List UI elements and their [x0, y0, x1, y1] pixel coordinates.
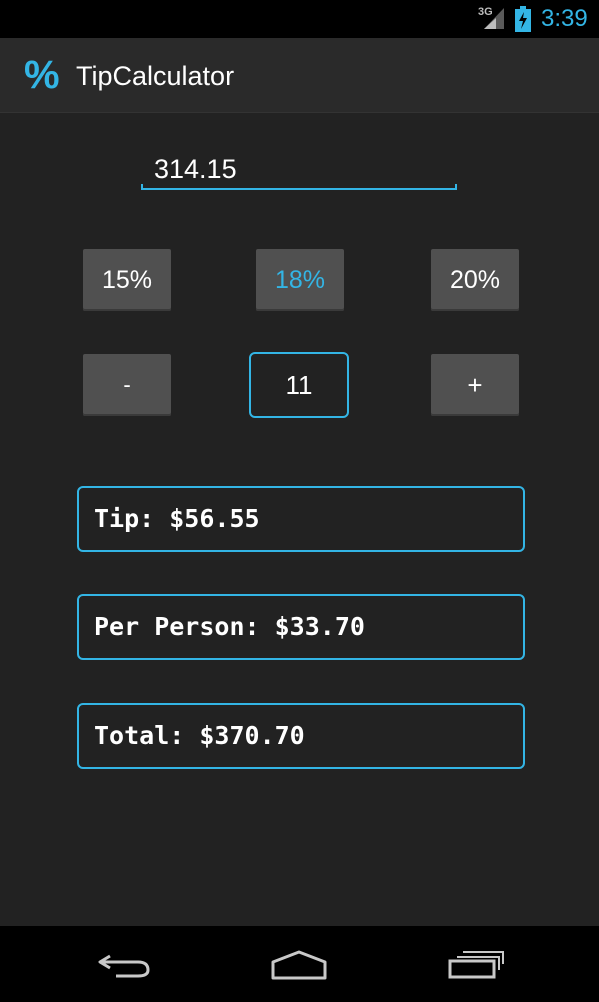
bill-amount-input[interactable]	[141, 150, 457, 188]
signal-icon	[484, 8, 504, 29]
recent-apps-icon[interactable]	[441, 940, 511, 988]
bill-input-underline	[141, 184, 457, 190]
back-icon[interactable]	[90, 940, 160, 988]
per-person-display: Per Person: $33.70	[77, 594, 525, 660]
tip-20-button[interactable]: 20%	[431, 249, 519, 311]
increment-people-button[interactable]: +	[431, 354, 519, 416]
clock-time: 3:39	[541, 5, 588, 32]
decrement-people-button[interactable]: -	[83, 354, 171, 416]
percent-app-icon[interactable]: %	[24, 51, 60, 99]
status-bar: 3G 3:39	[0, 0, 599, 38]
tip-18-button[interactable]: 18%	[256, 249, 344, 311]
screen: 3G 3:39 % TipCalculator 15% 18% 20% - 11…	[0, 0, 599, 1002]
tip-15-button[interactable]: 15%	[83, 249, 171, 311]
action-bar: % TipCalculator	[0, 38, 599, 113]
people-count-field[interactable]: 11	[249, 352, 349, 418]
tip-amount-display: Tip: $56.55	[77, 486, 525, 552]
battery-charging-icon	[515, 6, 531, 32]
total-display: Total: $370.70	[77, 703, 525, 769]
home-icon[interactable]	[264, 940, 334, 988]
app-title: TipCalculator	[76, 61, 235, 91]
navigation-bar	[0, 926, 599, 1002]
